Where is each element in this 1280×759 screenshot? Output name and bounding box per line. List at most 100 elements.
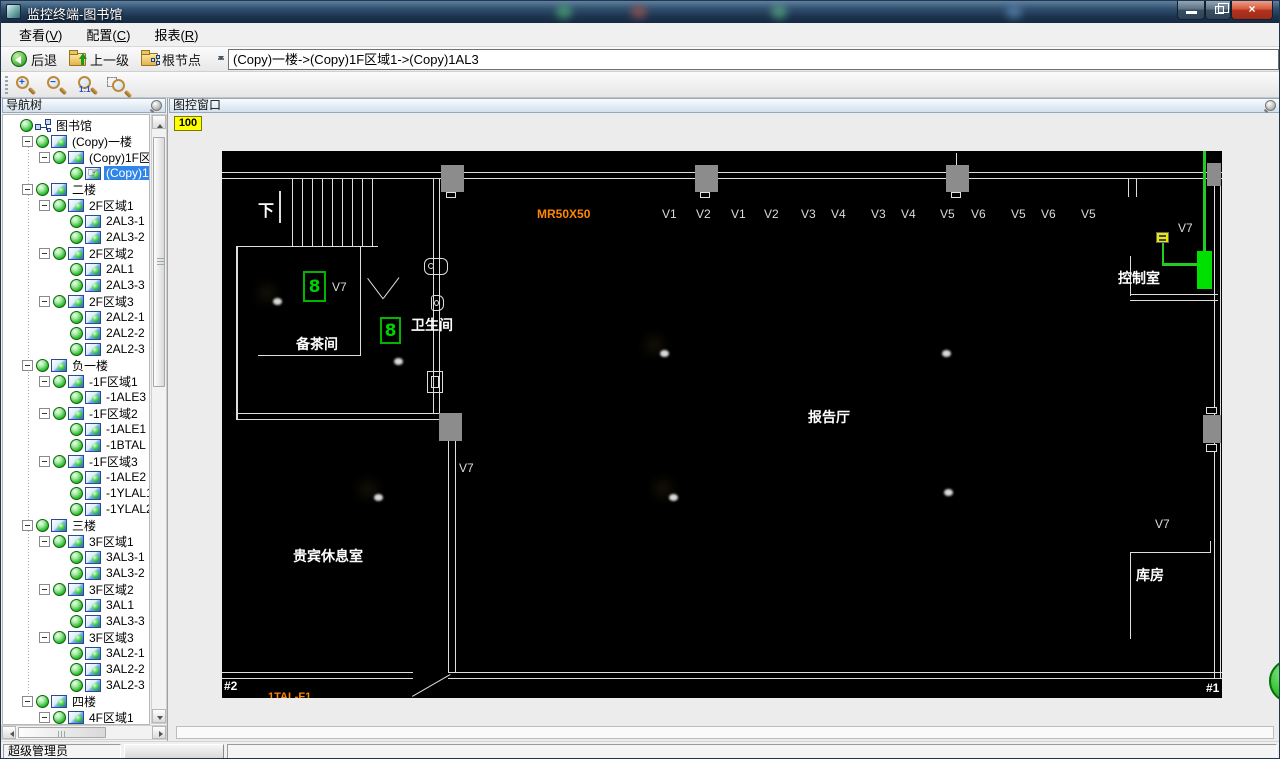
tree-node[interactable]: ☞ 2AL1 [3,261,149,277]
maximize-button[interactable] [1205,1,1231,20]
tree-node[interactable]: ☞ 3AL1 [3,597,149,613]
minimize-button[interactable] [1177,1,1205,20]
tree-node[interactable]: ☞ 2AL2-3 [3,341,149,357]
tree-node[interactable]: ☞ 2AL3-3 [3,277,149,293]
tree-node[interactable]: ☞ -1ALE1 [3,421,149,437]
tree-horizontal-scrollbar[interactable] [1,725,167,740]
tree-node[interactable]: ☞ 3F区域3 [3,629,149,645]
expand-toggle[interactable] [22,183,33,195]
tree-node[interactable]: ☞ 2F区域1 [3,197,149,213]
tree-node[interactable]: ☞ 4F区域1 [3,709,149,724]
pin-icon[interactable] [1265,100,1276,111]
light-bulb-icon[interactable] [654,345,688,391]
tree-node[interactable]: ☞ (Copy)1F区域1 [3,149,149,165]
zoom-in-button[interactable]: + [13,74,37,96]
menu-label: 配置( [86,28,117,43]
root-node-button[interactable]: 根节点 [135,48,207,71]
light-switch-sensor-icon[interactable]: 8 [380,317,401,344]
scrollbar-thumb[interactable] [153,137,165,387]
expand-toggle[interactable] [39,247,50,259]
tree-node[interactable]: ☞ 3AL3-2 [3,565,149,581]
expand-toggle[interactable] [22,359,33,371]
tree-node[interactable]: ☞ (Copy)一楼 [3,133,149,149]
menu-view[interactable]: 查看(V) [9,23,72,46]
back-button[interactable]: 后退 [5,48,63,71]
expand-toggle[interactable] [39,375,50,387]
expand-toggle[interactable] [39,631,50,643]
toolbar-overflow-handle[interactable] [215,49,226,69]
expand-toggle[interactable] [39,151,50,163]
scrollbar-thumb[interactable] [18,727,106,738]
expand-toggle[interactable] [22,695,33,707]
expand-toggle[interactable] [39,535,50,547]
tree-node[interactable]: ☞ 二楼 [3,181,149,197]
expand-toggle[interactable] [39,199,50,211]
menu-config[interactable]: 配置(C) [76,23,140,46]
up-level-button[interactable]: 上一级 [63,48,135,71]
scroll-right-button[interactable] [152,726,166,739]
light-bulb-icon[interactable] [938,484,972,530]
tree-node-label: 2F区域1 [89,198,134,213]
tree-node[interactable]: ☞ 四楼 [3,693,149,709]
expand-toggle[interactable] [39,583,50,595]
tree-node[interactable]: ☞ 3F区域1 [3,533,149,549]
duct-size-label: MR50X50 [537,207,591,221]
tree-node[interactable]: ☞ -1YLAL1 [3,485,149,501]
tree-node[interactable]: ☞ 三楼 [3,517,149,533]
expand-toggle[interactable] [22,519,33,531]
tree-node[interactable]: ☞ -1ALE2 [3,469,149,485]
tree-node[interactable]: ☞ 2AL3-1 [3,213,149,229]
tree-node[interactable]: ☞ 2F区域3 [3,293,149,309]
floating-status-button[interactable] [1269,659,1279,703]
tree-node[interactable]: ☞ -1ALE3 [3,389,149,405]
node-type-icon: ☞ [85,262,101,276]
tree-node[interactable]: ☞ 2AL2-2 [3,325,149,341]
tree-node[interactable]: ☞ -1F区域3 [3,453,149,469]
controller-cabinet[interactable] [1197,251,1212,289]
tree-node[interactable]: ☞ 图书馆 [3,117,149,133]
expand-toggle[interactable] [39,455,50,467]
relay-device-icon[interactable] [1156,232,1169,243]
circuit-label: V7 [459,461,474,475]
tree-vertical-scrollbar[interactable] [151,114,167,724]
tree-node[interactable]: ☞ -1F区域1 [3,373,149,389]
zoom-fit-button[interactable] [106,74,133,98]
light-switch-sensor-icon[interactable]: 8 [303,271,326,302]
scroll-left-button[interactable] [2,726,16,739]
expand-toggle[interactable] [39,711,50,723]
zoom-out-button[interactable]: − [44,74,68,96]
tree-node-label: 2AL1 [106,262,135,276]
tree-node[interactable]: ☞ -1YLAL2 [3,501,149,517]
tree-node[interactable]: ☞ 3AL3-3 [3,613,149,629]
tree-node[interactable]: ☞ -1F区域2 [3,405,149,421]
tree-node[interactable]: ☞ 3AL2-3 [3,677,149,693]
light-bulb-icon[interactable] [663,489,697,535]
tree-node[interactable]: ☞ 3F区域2 [3,581,149,597]
expand-toggle[interactable] [39,295,50,307]
floor-plan-canvas[interactable]: 88 V1 V2 V1 V2 V3 V4 V3 V4 V5 V6 V5 V6 V… [222,151,1222,698]
light-bulb-icon[interactable] [388,353,422,399]
tree-node[interactable]: ☞ 3AL3-1 [3,549,149,565]
zoom-actual-size-button[interactable]: 1:1 [75,74,99,96]
tree-node[interactable]: ☞ -1BTAL [3,437,149,453]
expand-toggle[interactable] [39,407,50,419]
junction-box [695,165,718,192]
expand-toggle[interactable] [22,135,33,147]
close-button[interactable]: × [1231,1,1273,20]
tree-node[interactable]: ☞ 3AL2-2 [3,661,149,677]
menu-report[interactable]: 报表(R) [144,23,208,46]
toolbar-grip[interactable] [5,75,8,94]
tree-node[interactable]: ☞ 2F区域2 [3,245,149,261]
tree-node[interactable]: ☞ 2AL2-1 [3,309,149,325]
tree-node[interactable]: ☞ (Copy)1AL3 [3,164,149,181]
light-bulb-icon[interactable] [936,345,970,391]
scroll-down-button[interactable] [152,709,166,723]
pin-icon[interactable] [151,100,162,111]
breadcrumb-path-field[interactable]: (Copy)一楼->(Copy)1F区域1->(Copy)1AL3 [228,48,1279,70]
scroll-up-button[interactable] [152,115,166,129]
tree-node[interactable]: ☞ 负一楼 [3,357,149,373]
light-bulb-icon[interactable] [368,489,402,535]
tree-node[interactable]: ☞ 2AL3-2 [3,229,149,245]
tree-node[interactable]: ☞ 3AL2-1 [3,645,149,661]
light-bulb-icon[interactable] [267,293,301,339]
